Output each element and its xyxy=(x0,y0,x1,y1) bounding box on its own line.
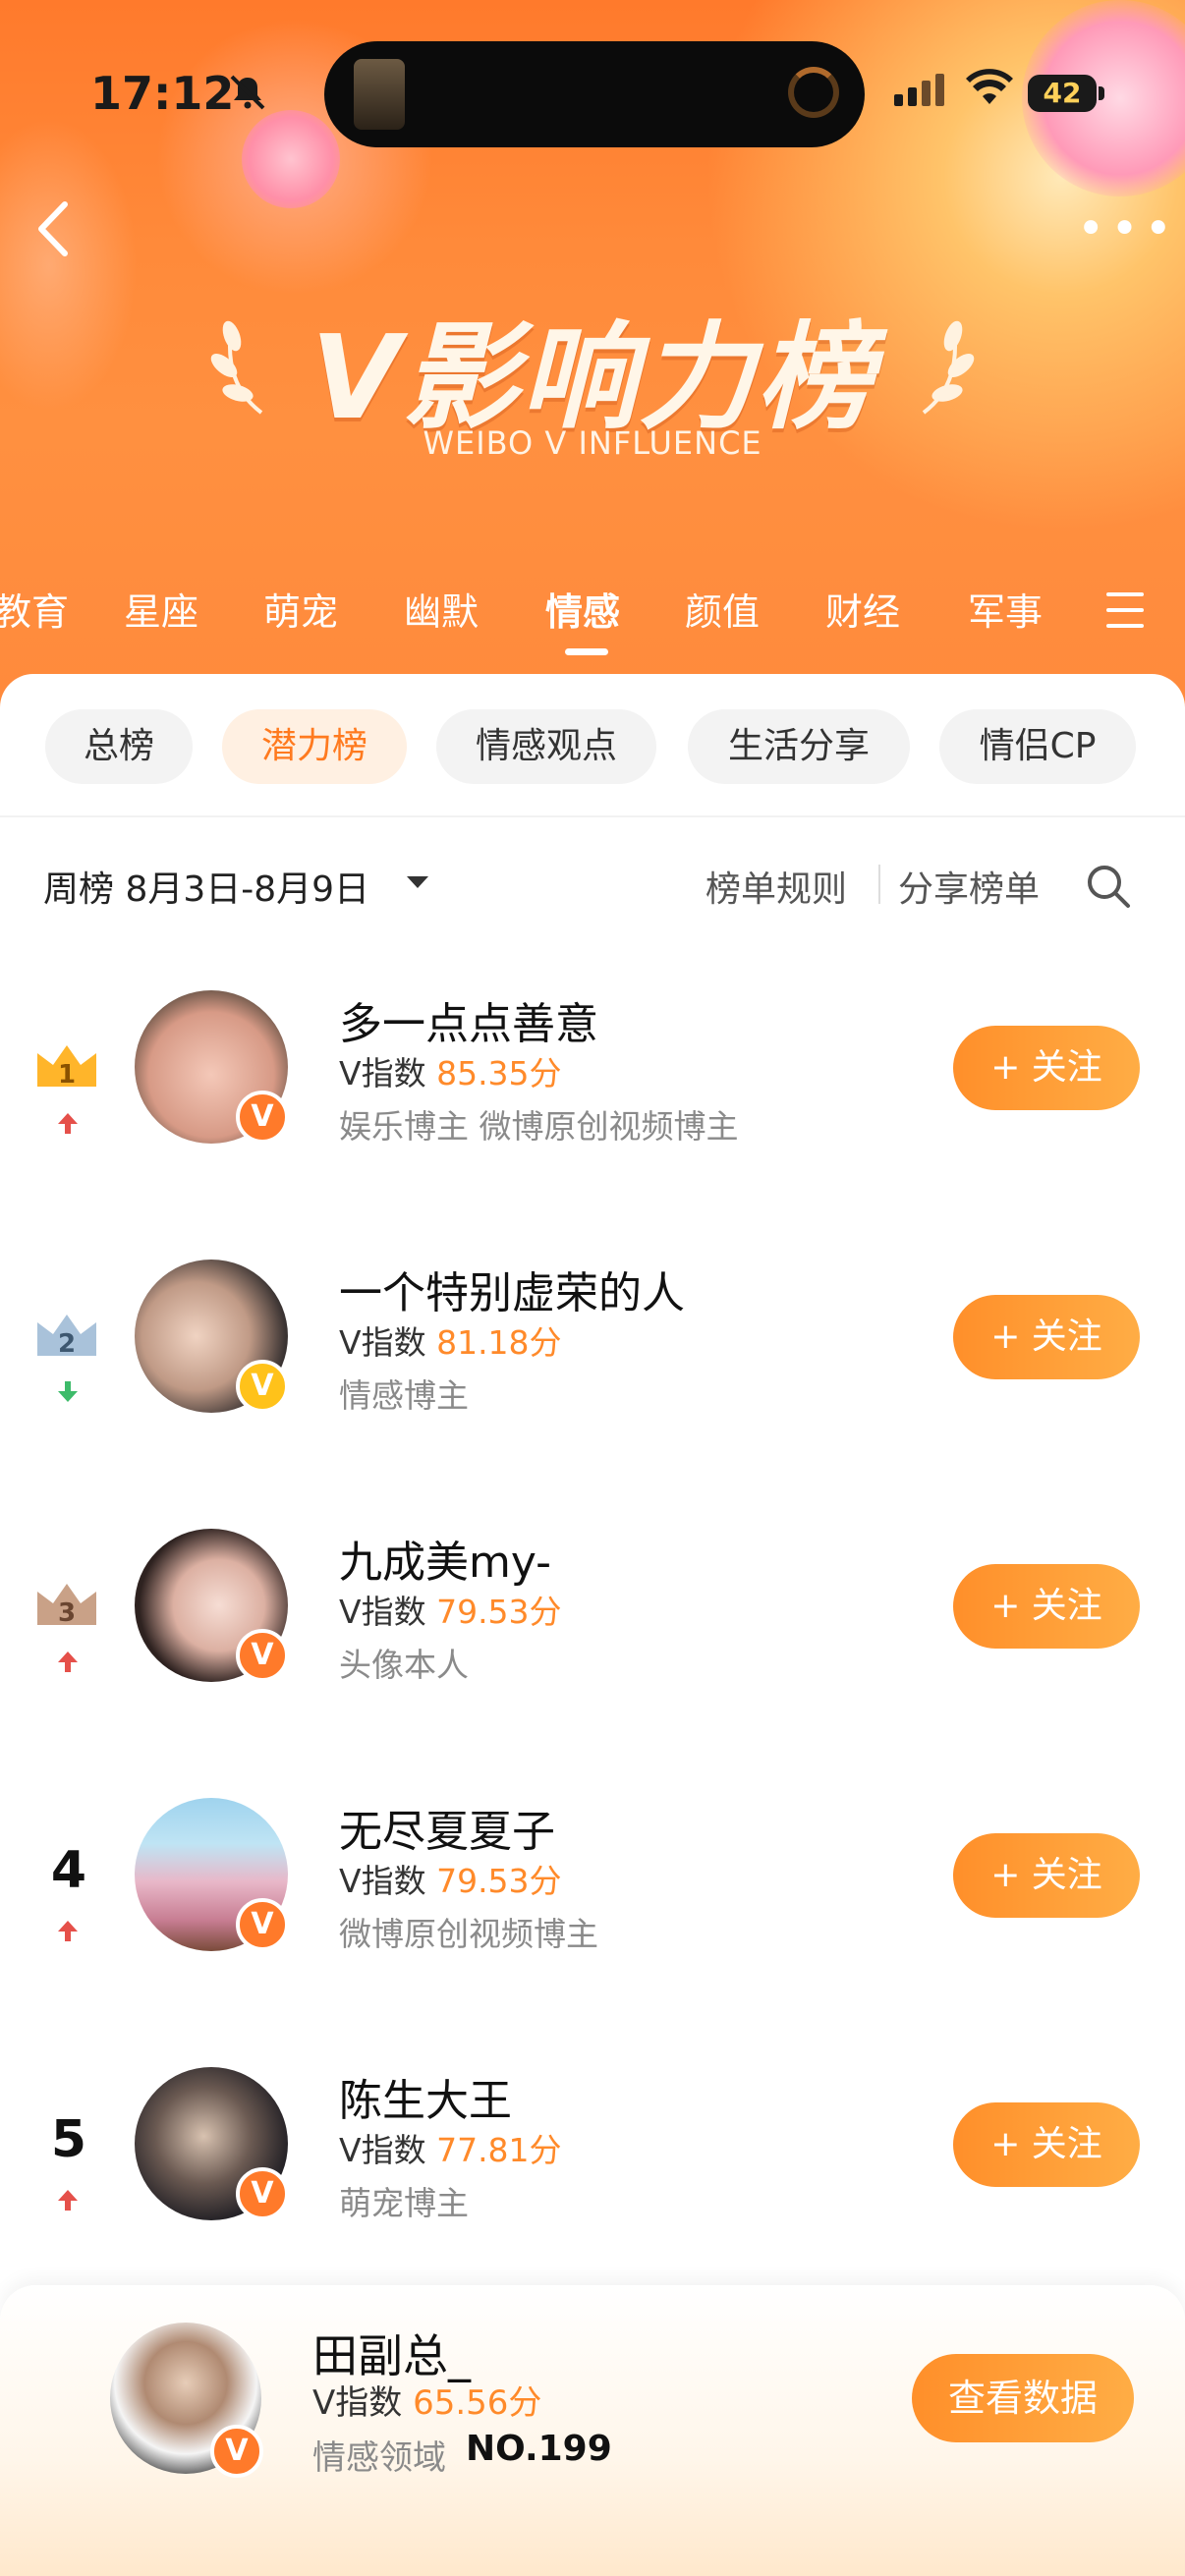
verified-badge-icon: V xyxy=(210,2425,263,2478)
entry-name[interactable]: 陈生大王 xyxy=(339,2065,512,2128)
trend-up-icon xyxy=(58,1113,78,1134)
dropdown-caret-icon[interactable] xyxy=(407,876,428,888)
verified-badge-icon: V xyxy=(236,1898,289,1951)
progress-ring-icon xyxy=(788,67,839,118)
tab-education[interactable]: 教育 xyxy=(0,582,69,636)
share-list-link[interactable]: 分享榜单 xyxy=(898,861,1040,912)
svg-text:1: 1 xyxy=(58,1060,76,1089)
entry-tags: 娱乐博主 微博原创视频博主 xyxy=(339,1107,739,1146)
decor-bubble xyxy=(242,110,340,208)
v-index-score: 77.81分 xyxy=(436,2131,562,2169)
v-index: V指数 79.53分 xyxy=(339,1855,562,1902)
v-index: V指数 81.18分 xyxy=(339,1316,562,1364)
entry-tags: 微博原创视频博主 xyxy=(339,1915,598,1953)
follow-button[interactable]: + 关注 xyxy=(953,1833,1140,1918)
divider xyxy=(0,815,1185,817)
my-rank-number: NO.199 xyxy=(466,2429,612,2469)
list-item[interactable]: 2 V 一个特别虚荣的人 V指数 81.18分 情感博主 + 关注 xyxy=(0,1252,1185,1448)
list-item[interactable]: 1 V 多一点点善意 V指数 85.35分 娱乐博主 微博原创视频博主 + 关注 xyxy=(0,982,1185,1179)
battery-indicator: 42 xyxy=(1028,75,1097,112)
v-index-label: V指数 xyxy=(312,2383,403,2423)
media-thumbnail xyxy=(354,59,405,130)
trend-down-icon xyxy=(58,1381,78,1402)
list-item[interactable]: 3 V 九成美my- V指数 79.53分 头像本人 + 关注 xyxy=(0,1521,1185,1717)
v-index-score: 65.56分 xyxy=(413,2383,542,2423)
bronze-crown-icon: 3 xyxy=(37,1584,96,1627)
entry-name[interactable]: 九成美my- xyxy=(339,1527,551,1590)
trend-up-icon xyxy=(58,1921,78,1941)
tab-appearance[interactable]: 颜值 xyxy=(685,582,760,636)
v-index-label: V指数 xyxy=(339,1054,426,1092)
rules-link[interactable]: 榜单规则 xyxy=(705,861,847,912)
follow-button[interactable]: + 关注 xyxy=(953,1026,1140,1110)
entry-name[interactable]: 无尽夏夏子 xyxy=(339,1796,555,1859)
svg-text:2: 2 xyxy=(58,1329,76,1358)
active-tab-indicator xyxy=(565,648,608,655)
follow-button[interactable]: + 关注 xyxy=(953,2102,1140,2187)
battery-tip xyxy=(1099,86,1104,100)
wifi-icon xyxy=(966,69,1013,104)
v-index: V指数 85.35分 xyxy=(339,1047,562,1094)
list-item[interactable]: 5 V 陈生大王 V指数 77.81分 萌宠博主 + 关注 xyxy=(0,2059,1185,2256)
follow-button[interactable]: + 关注 xyxy=(953,1564,1140,1649)
v-index-label: V指数 xyxy=(339,2131,426,2169)
entry-tags: 萌宠博主 xyxy=(339,2184,469,2222)
trend-up-icon xyxy=(58,1652,78,1672)
search-icon[interactable] xyxy=(1085,863,1132,910)
rank-number: 4 xyxy=(50,1841,87,1900)
back-arrow-icon[interactable] xyxy=(29,196,79,261)
entry-tags: 头像本人 xyxy=(339,1646,469,1684)
rank-number: 5 xyxy=(50,2110,87,2169)
category-tabs: 教育 星座 萌宠 幽默 情感 颜值 财经 军事 xyxy=(0,582,1185,641)
more-options-icon[interactable]: ••• xyxy=(1077,205,1178,252)
divider xyxy=(878,865,880,904)
chip-life-sharing[interactable]: 生活分享 xyxy=(688,709,910,784)
chip-overall[interactable]: 总榜 xyxy=(45,709,193,784)
tab-humor[interactable]: 幽默 xyxy=(404,582,479,636)
entry-name[interactable]: 多一点点善意 xyxy=(339,988,598,1051)
tab-finance[interactable]: 财经 xyxy=(825,582,900,636)
my-v-index: V指数 65.56分 xyxy=(312,2376,541,2424)
period-selector[interactable]: 周榜 8月3日-8月9日 xyxy=(43,861,369,912)
cellular-signal-icon xyxy=(894,74,944,106)
entry-tags: 情感博主 xyxy=(339,1376,469,1415)
verified-badge-icon: V xyxy=(236,1360,289,1413)
tab-pets[interactable]: 萌宠 xyxy=(263,582,338,636)
v-index-label: V指数 xyxy=(339,1593,426,1631)
trend-up-icon xyxy=(58,2190,78,2211)
v-index: V指数 77.81分 xyxy=(339,2124,562,2171)
chip-couple-cp[interactable]: 情侣CP xyxy=(939,709,1136,784)
v-index: V指数 79.53分 xyxy=(339,1586,562,1633)
v-index-score: 81.18分 xyxy=(436,1323,562,1362)
my-domain: 情感领域 xyxy=(312,2438,446,2478)
v-index-score: 79.53分 xyxy=(436,1593,562,1631)
tab-horoscope[interactable]: 星座 xyxy=(124,582,198,636)
view-data-button[interactable]: 查看数据 xyxy=(912,2354,1134,2442)
chip-emotion-views[interactable]: 情感观点 xyxy=(436,709,656,784)
follow-button[interactable]: + 关注 xyxy=(953,1295,1140,1379)
gold-crown-icon: 1 xyxy=(37,1045,96,1089)
v-index-score: 85.35分 xyxy=(436,1054,562,1092)
chip-potential[interactable]: 潜力榜 xyxy=(222,709,407,784)
v-index-score: 79.53分 xyxy=(436,1862,562,1900)
dynamic-island xyxy=(324,41,865,147)
tab-emotion[interactable]: 情感 xyxy=(545,582,620,636)
tab-military[interactable]: 军事 xyxy=(968,582,1043,636)
status-time: 17:12 xyxy=(90,67,235,120)
verified-badge-icon: V xyxy=(236,2167,289,2220)
list-item[interactable]: 4 V 无尽夏夏子 V指数 79.53分 微博原创视频博主 + 关注 xyxy=(0,1790,1185,1987)
verified-badge-icon: V xyxy=(236,1091,289,1144)
silent-bell-icon xyxy=(230,75,265,110)
verified-badge-icon: V xyxy=(236,1629,289,1682)
category-menu-icon[interactable] xyxy=(1106,592,1144,640)
v-index-label: V指数 xyxy=(339,1862,426,1900)
page-subtitle: WEIBO V INFLUENCE xyxy=(423,424,762,462)
v-index-label: V指数 xyxy=(339,1323,426,1362)
silver-crown-icon: 2 xyxy=(37,1315,96,1358)
svg-text:3: 3 xyxy=(58,1598,76,1627)
entry-name[interactable]: 一个特别虚荣的人 xyxy=(339,1258,685,1320)
